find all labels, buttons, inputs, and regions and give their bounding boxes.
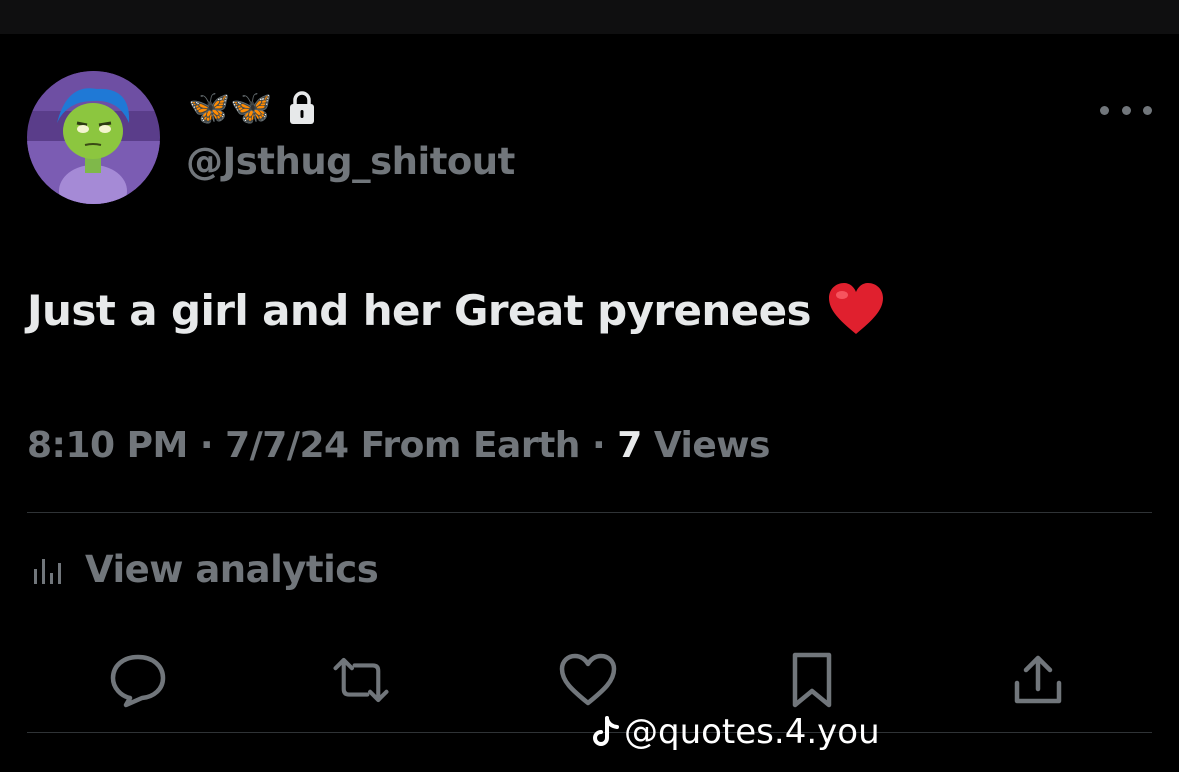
more-dot: [1100, 105, 1109, 115]
heart-emoji-icon: [828, 283, 883, 334]
bookmark-icon: [792, 652, 832, 708]
more-options-icon[interactable]: [1100, 98, 1152, 122]
status-bar: [0, 0, 1179, 34]
tweet-date[interactable]: 7/7/24: [225, 425, 349, 466]
share-icon: [1014, 655, 1062, 704]
repost-icon: [333, 657, 389, 703]
user-handle[interactable]: @Jsthug_shitout: [186, 140, 515, 183]
analytics-icon: [34, 558, 61, 584]
lock-icon: [289, 91, 314, 124]
more-dot: [1143, 105, 1152, 115]
avatar[interactable]: [27, 71, 160, 204]
tweet-source: From Earth: [360, 425, 581, 466]
repost-button[interactable]: [331, 650, 391, 710]
display-name[interactable]: 🦋🦋: [188, 86, 273, 130]
heart-icon: [559, 653, 617, 706]
tiktok-watermark: @quotes.4.you: [590, 712, 880, 752]
bookmark-button[interactable]: [782, 650, 842, 710]
separator: ·: [199, 425, 214, 466]
display-name-row[interactable]: 🦋🦋: [188, 86, 317, 130]
tweet-time[interactable]: 8:10 PM: [27, 425, 188, 466]
views-label: Views: [653, 425, 771, 466]
share-button[interactable]: [1008, 650, 1068, 710]
reply-icon: [110, 654, 166, 708]
tiktok-icon: [593, 716, 619, 746]
view-analytics-link[interactable]: View analytics: [33, 548, 379, 591]
tweet-text: Just a girl and her Great pyrenees: [27, 282, 885, 338]
reply-button[interactable]: [108, 650, 168, 710]
watermark-text: @quotes.4.you: [624, 712, 880, 752]
tweet-metadata: 8:10 PM · 7/7/24 From Earth · 7 Views: [27, 425, 770, 466]
more-dot: [1121, 105, 1131, 115]
view-analytics-label: View analytics: [85, 548, 379, 591]
divider: [27, 512, 1152, 513]
separator: ·: [591, 425, 606, 466]
like-button[interactable]: [558, 650, 618, 710]
views-count: 7: [617, 425, 642, 466]
tweet-body: Just a girl and her Great pyrenees: [27, 285, 811, 335]
